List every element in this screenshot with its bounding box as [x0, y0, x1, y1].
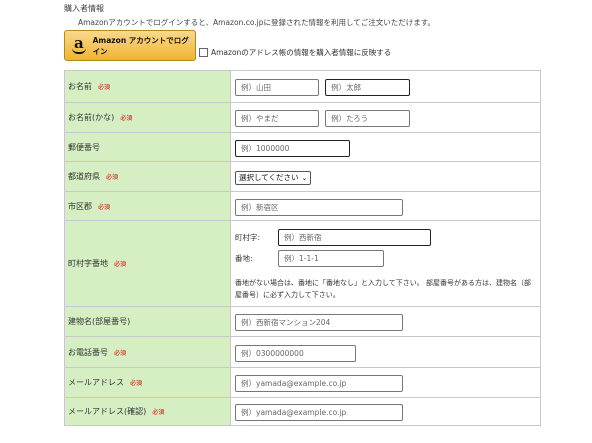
required-badge: 必須 — [114, 261, 127, 268]
block-number-label: 番地: — [235, 253, 253, 263]
sync-address-checkbox[interactable] — [199, 48, 208, 57]
label-address: 町村字番地 必須 — [64, 220, 231, 307]
amazon-login-button[interactable]: a Amazon アカウントでログイン — [64, 30, 196, 61]
required-badge: 必須 — [98, 203, 111, 211]
building-input[interactable]: 例）西新宿マンション204 — [235, 314, 403, 331]
row-name: お名前 必須 例）山田 例）太郎 — [64, 70, 541, 103]
label-postal: 郵便番号 — [64, 132, 231, 162]
label-phone: お電話番号 必須 — [64, 336, 231, 368]
row-city: 市区郡 必須 例）新宿区 — [64, 191, 541, 221]
phone-input[interactable]: 例）0300000000 — [235, 344, 356, 362]
postal-code-input[interactable]: 例）1000000 — [235, 139, 350, 157]
label-email: メールアドレス 必須 — [64, 367, 231, 398]
first-name-input[interactable]: 例）太郎 — [325, 79, 411, 96]
email-input[interactable]: 例）yamada@example.co.jp — [235, 375, 403, 392]
amazon-logo-icon: a — [65, 36, 93, 54]
sync-address-option[interactable]: Amazonのアドレス帳の情報を購入者情報に反映する — [199, 47, 391, 58]
label-name: お名前 必須 — [64, 70, 231, 103]
last-name-kana-input[interactable]: 例）やまだ — [235, 110, 319, 127]
last-name-input[interactable]: 例）山田 — [235, 79, 319, 96]
amazon-login-label: Amazon アカウントでログイン — [92, 35, 189, 56]
block-number-input[interactable]: 例）1-1-1 — [278, 249, 384, 267]
row-phone: お電話番号 必須 例）0300000000 — [64, 336, 541, 368]
row-building: 建物名(部屋番号) 例）西新宿マンション204 — [64, 306, 541, 337]
chevron-down-icon: ⌄ — [301, 173, 308, 182]
label-city: 市区郡 必須 — [64, 191, 231, 221]
label-building: 建物名(部屋番号) — [64, 306, 231, 337]
row-address: 町村字番地 必須 町村字: 例）西新宿 番地: 例）1-1-1 番地がない場合は、… — [64, 220, 541, 307]
required-badge: 必須 — [114, 349, 127, 357]
sync-address-label: Amazonのアドレス帳の情報を購入者情報に反映する — [211, 48, 392, 57]
prefecture-selected-value: 選択してください — [239, 173, 299, 182]
email-confirm-input[interactable]: 例）yamada@example.co.jp — [235, 404, 403, 421]
required-badge: 必須 — [152, 409, 165, 416]
required-badge: 必須 — [120, 115, 133, 122]
required-badge: 必須 — [130, 380, 143, 387]
prefecture-select[interactable]: 選択してください ⌄ — [235, 170, 312, 185]
intro-text: Amazonアカウントでログインすると、Amazon.co.jpに登録された情報… — [78, 18, 436, 27]
first-name-kana-input[interactable]: 例）たろう — [325, 110, 411, 127]
buyer-form-table: お名前 必須 例）山田 例）太郎 お名前(かな) 必須 例）やまだ 例）たろう 郵便… — [64, 70, 541, 426]
row-email-confirm: メールアドレス(確認) 必須 例）yamada@example.co.jp — [64, 397, 541, 426]
row-email: メールアドレス 必須 例）yamada@example.co.jp — [64, 367, 541, 398]
label-kana: お名前(かな) 必須 — [64, 102, 231, 133]
row-prefecture: 都道府県 必須 選択してください ⌄ — [64, 161, 541, 192]
label-prefecture: 都道府県 必須 — [64, 161, 231, 192]
required-badge: 必須 — [106, 174, 119, 181]
city-input[interactable]: 例）新宿区 — [235, 198, 403, 216]
row-postal: 郵便番号 例）1000000 — [64, 132, 541, 162]
address-note: 番地がない場合は、番地に「番地なし」と入力して下さい。 部屋番号がある方は、建物… — [235, 278, 532, 299]
label-email-confirm: メールアドレス(確認) 必須 — [64, 397, 231, 426]
required-badge: 必須 — [98, 84, 111, 91]
town-input[interactable]: 例）西新宿 — [278, 228, 431, 246]
section-title: 購入者情報 — [64, 4, 104, 13]
row-kana: お名前(かな) 必須 例）やまだ 例）たろう — [64, 102, 541, 133]
town-label: 町村字: — [235, 232, 261, 242]
